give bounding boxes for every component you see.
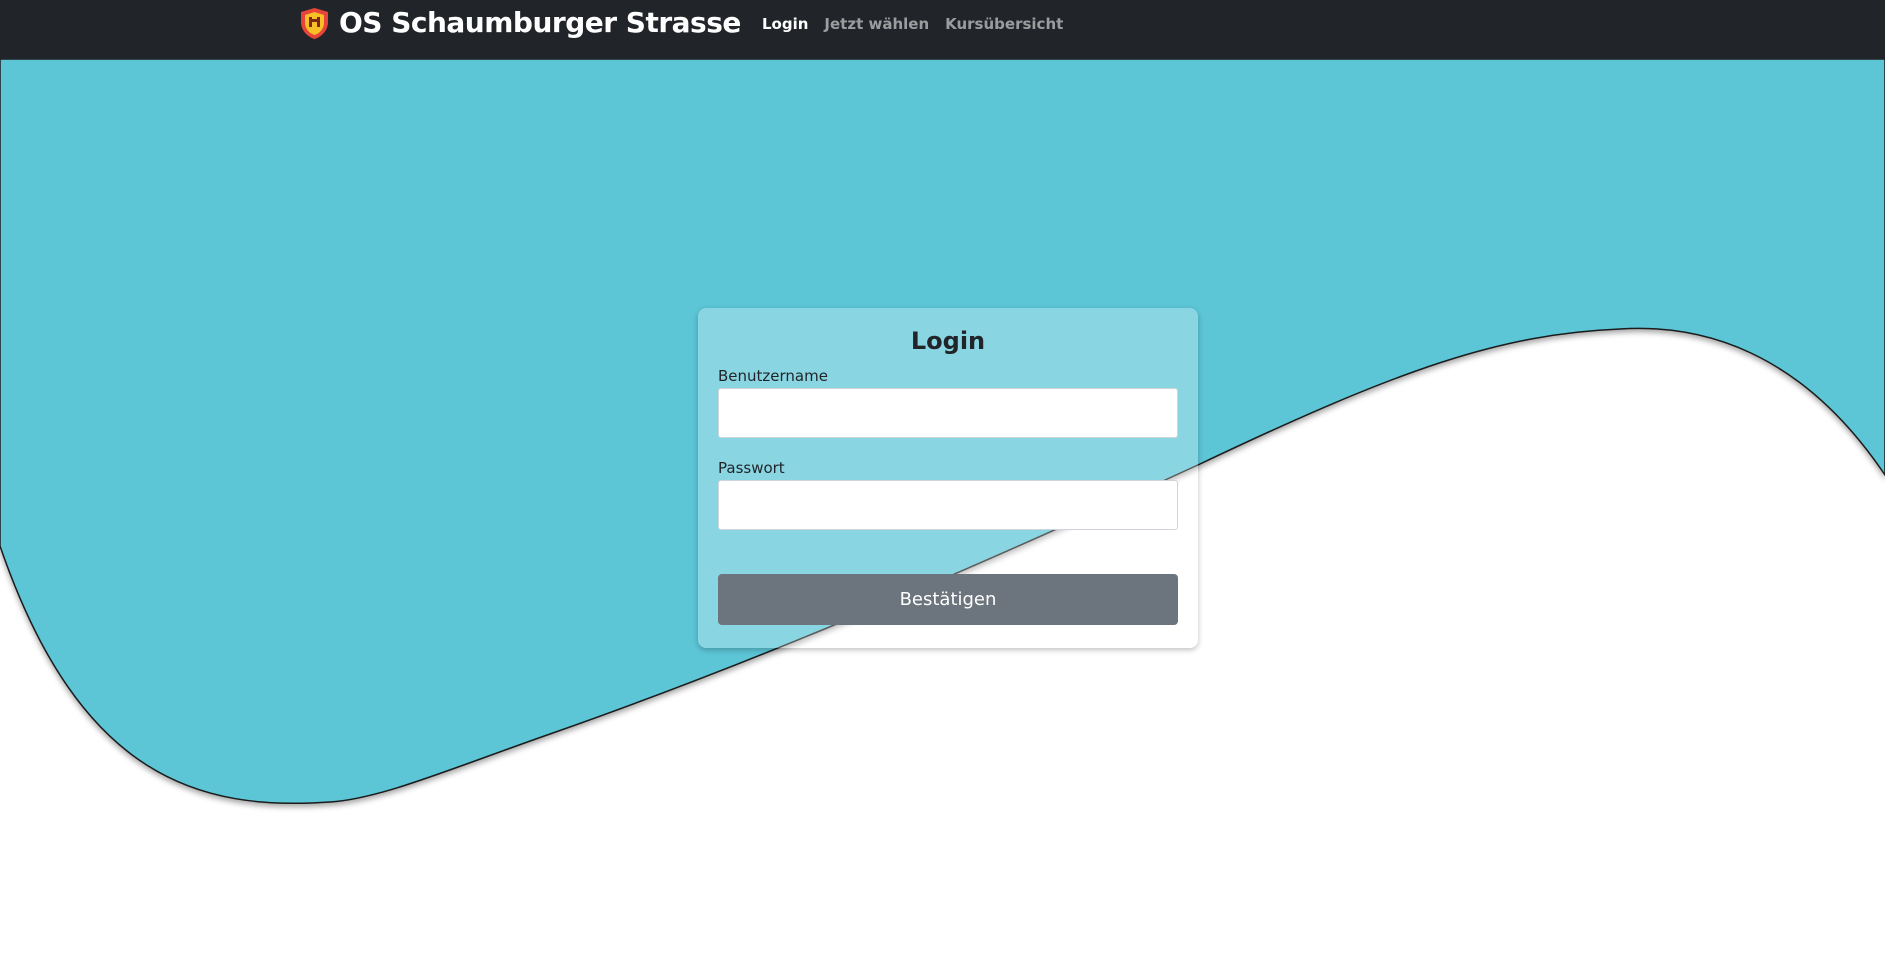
- username-label: Benutzername: [718, 367, 828, 385]
- brand-link[interactable]: OS Schaumburger Strasse: [299, 5, 741, 41]
- login-title: Login: [910, 327, 986, 355]
- login-card: Login Benutzername Passwort Bestätigen: [698, 308, 1198, 648]
- submit-button[interactable]: Bestätigen: [718, 574, 1178, 625]
- username-input[interactable]: [718, 388, 1178, 438]
- brand-title: OS Schaumburger Strasse: [339, 6, 741, 39]
- nav-link-kursuebersicht[interactable]: Kursübersicht: [945, 15, 1063, 33]
- top-navbar: OS Schaumburger Strasse Login Jetzt wähl…: [0, 0, 1885, 59]
- main-nav: Login Jetzt wählen Kursübersicht: [762, 0, 1079, 48]
- nav-link-login[interactable]: Login: [762, 15, 808, 33]
- password-input[interactable]: [718, 480, 1178, 530]
- shield-crest-icon: [301, 7, 328, 39]
- nav-link-jetzt-waehlen[interactable]: Jetzt wählen: [824, 15, 929, 33]
- password-label: Passwort: [718, 459, 785, 477]
